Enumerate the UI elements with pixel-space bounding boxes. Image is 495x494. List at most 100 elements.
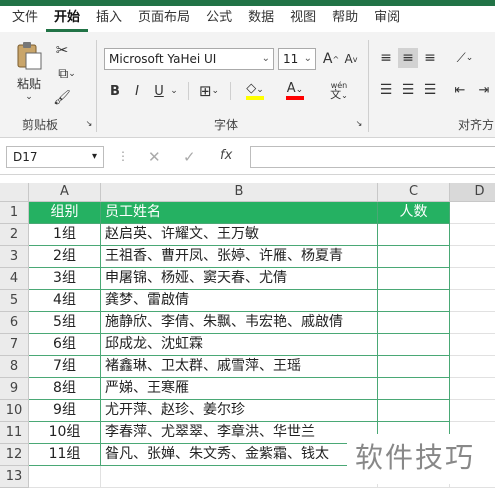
tab-help[interactable]: 帮助 (324, 6, 366, 32)
row-header[interactable]: 6 (0, 312, 29, 334)
align-right-icon[interactable]: ☰ (420, 80, 440, 100)
borders-icon[interactable]: ⊞ ⌄ (194, 80, 224, 102)
column-header-d[interactable]: D (450, 183, 495, 202)
table-cell[interactable] (450, 356, 495, 378)
table-cell[interactable]: 昝凡、张婵、朱文秀、金紫霜、钱太 (101, 444, 378, 466)
tab-data[interactable]: 数据 (240, 6, 282, 32)
table-cell[interactable] (450, 400, 495, 422)
decrease-font-button[interactable]: Av (342, 48, 360, 70)
table-cell[interactable]: 10组 (29, 422, 101, 444)
table-cell[interactable] (378, 356, 450, 378)
name-box[interactable]: D17 ▾ (6, 146, 104, 168)
tab-file[interactable]: 文件 (0, 6, 46, 32)
table-cell[interactable]: 6组 (29, 334, 101, 356)
row-header[interactable]: 12 (0, 444, 29, 466)
column-header-b[interactable]: B (101, 183, 378, 202)
table-header-cell[interactable]: 员工姓名 (101, 202, 378, 224)
cancel-icon[interactable]: ✕ (148, 148, 161, 166)
align-center-icon[interactable]: ☰ (398, 80, 418, 100)
decrease-indent-icon[interactable]: ⇤ (450, 80, 470, 100)
table-cell[interactable] (450, 202, 495, 224)
tab-formulas[interactable]: 公式 (198, 6, 240, 32)
table-cell[interactable] (450, 334, 495, 356)
table-cell[interactable] (378, 268, 450, 290)
table-cell[interactable]: 3组 (29, 268, 101, 290)
font-launcher-icon[interactable]: ↘ (354, 118, 364, 128)
row-header[interactable]: 4 (0, 268, 29, 290)
row-header[interactable]: 1 (0, 202, 29, 224)
paste-button[interactable]: 粘贴 ⌄ (12, 40, 46, 102)
font-name-select[interactable]: Microsoft YaHei UI ⌄ (104, 48, 274, 70)
table-cell[interactable]: 1组 (29, 224, 101, 246)
align-bottom-icon[interactable]: ≡ (420, 48, 440, 68)
row-header[interactable]: 10 (0, 400, 29, 422)
table-cell[interactable]: 龚梦、雷啟倩 (101, 290, 378, 312)
column-header-c[interactable]: C (378, 183, 450, 202)
enter-icon[interactable]: ✓ (183, 148, 196, 166)
table-header-cell[interactable]: 人数 (378, 202, 450, 224)
formula-input[interactable] (250, 146, 495, 168)
increase-indent-icon[interactable]: ⇥ (474, 80, 494, 100)
tab-home[interactable]: 开始 (46, 6, 89, 32)
select-all-corner[interactable] (0, 183, 29, 202)
table-cell[interactable]: 9组 (29, 400, 101, 422)
align-middle-icon[interactable]: ≡ (398, 48, 418, 68)
table-cell[interactable] (378, 378, 450, 400)
font-color-icon[interactable]: A⌄ (278, 78, 312, 102)
align-top-icon[interactable]: ≡ (376, 48, 396, 68)
phonetic-icon[interactable]: wén 文⌄ (322, 78, 356, 102)
table-cell[interactable] (101, 466, 378, 488)
row-header[interactable]: 9 (0, 378, 29, 400)
table-cell[interactable] (450, 224, 495, 246)
table-cell[interactable]: 尤开萍、赵珍、姜尔珍 (101, 400, 378, 422)
table-header-cell[interactable]: 组别 (29, 202, 101, 224)
table-cell[interactable]: 5组 (29, 312, 101, 334)
table-cell[interactable]: 7组 (29, 356, 101, 378)
table-cell[interactable] (29, 466, 101, 488)
orientation-icon[interactable]: ⟋ ⌄ (450, 48, 480, 68)
clipboard-launcher-icon[interactable]: ↘ (84, 118, 94, 128)
fill-color-icon[interactable]: ◇⌄ (238, 78, 272, 102)
more-options-icon[interactable]: ⋮ (117, 149, 129, 163)
row-header[interactable]: 13 (0, 466, 29, 488)
bold-button[interactable]: B (106, 80, 124, 102)
table-cell[interactable]: 8组 (29, 378, 101, 400)
table-cell[interactable] (378, 290, 450, 312)
table-cell[interactable] (450, 378, 495, 400)
increase-font-button[interactable]: A ^ (322, 48, 340, 70)
cut-icon[interactable]: ✂ (52, 40, 72, 60)
format-painter-icon[interactable]: 🖌 (52, 88, 72, 108)
table-cell[interactable]: 11组 (29, 444, 101, 466)
table-cell[interactable]: 施静欣、李倩、朱飘、韦宏艳、戚啟倩 (101, 312, 378, 334)
table-cell[interactable]: 4组 (29, 290, 101, 312)
table-cell[interactable]: 2组 (29, 246, 101, 268)
table-cell[interactable]: 严娣、王寒雁 (101, 378, 378, 400)
row-header[interactable]: 11 (0, 422, 29, 444)
insert-function-icon[interactable]: fx (220, 148, 232, 163)
table-cell[interactable] (450, 268, 495, 290)
font-size-select[interactable]: 11 ⌄ (278, 48, 316, 70)
table-cell[interactable] (378, 246, 450, 268)
row-header[interactable]: 8 (0, 356, 29, 378)
table-cell[interactable]: 李春萍、尤翠翠、李章洪、华世兰 (101, 422, 378, 444)
underline-dropdown-icon[interactable]: ⌄ (168, 80, 180, 102)
table-cell[interactable]: 王祖香、曹开凤、张婷、许雁、杨夏青 (101, 246, 378, 268)
row-header[interactable]: 3 (0, 246, 29, 268)
table-cell[interactable]: 申屠锦、杨娅、窦天春、尤倩 (101, 268, 378, 290)
tab-review[interactable]: 审阅 (366, 6, 408, 32)
table-cell[interactable] (450, 312, 495, 334)
copy-icon[interactable]: ⧉ ⌄ (52, 64, 82, 84)
row-header[interactable]: 7 (0, 334, 29, 356)
table-cell[interactable]: 邱成龙、沈虹霖 (101, 334, 378, 356)
table-cell[interactable] (378, 224, 450, 246)
table-cell[interactable] (378, 400, 450, 422)
table-cell[interactable] (378, 312, 450, 334)
tab-insert[interactable]: 插入 (88, 6, 130, 32)
tab-page-layout[interactable]: 页面布局 (130, 6, 198, 32)
table-cell[interactable]: 赵启英、许耀文、王万敏 (101, 224, 378, 246)
row-header[interactable]: 5 (0, 290, 29, 312)
table-cell[interactable] (378, 334, 450, 356)
column-header-a[interactable]: A (29, 183, 101, 202)
tab-view[interactable]: 视图 (282, 6, 324, 32)
underline-button[interactable]: U (150, 80, 168, 102)
